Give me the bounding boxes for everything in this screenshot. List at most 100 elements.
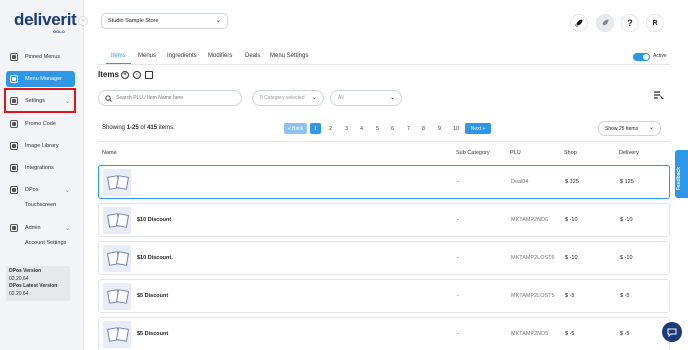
sidebar-item-image-library[interactable]: Image Library (6, 138, 75, 154)
item-sub-category: - (457, 331, 459, 337)
sidebar-item-label: Pinned Menus (25, 54, 61, 60)
avatar[interactable]: R (646, 14, 664, 32)
dpos-version-label: DPos Version (9, 268, 42, 274)
store-selector[interactable]: Studio Sample Store ⌄ (101, 13, 228, 29)
tab-menus[interactable]: Menus (138, 53, 156, 59)
column-delivery[interactable]: Delivery (619, 150, 639, 156)
pagination-page-10[interactable]: 10 (449, 123, 463, 134)
summary-suffix: items. (157, 125, 175, 131)
pagination-page-3[interactable]: 3 (341, 123, 352, 134)
column-shop[interactable]: Shop (564, 150, 577, 156)
collapse-sidebar-icon[interactable]: ‹ (78, 16, 88, 26)
items-per-page-select[interactable]: Show 25 Items ⌄ (598, 121, 661, 136)
sidebar-item-admin[interactable]: Admin ⌄ (6, 220, 75, 236)
item-shop-price: $ -5 (565, 331, 575, 337)
table-row[interactable]: $5 Discount - MKTAMP2LOST5 $ -5 $ -5 (98, 279, 670, 313)
item-delivery-price: $ -5 (620, 331, 630, 337)
item-name: $5 Discount (137, 331, 169, 337)
item-name: $5 Discount (137, 293, 169, 299)
sidebar-item-label: Admin (25, 225, 41, 231)
settings-highlight-box (4, 88, 76, 113)
tabs-divider (98, 64, 670, 65)
item-thumbnail (103, 169, 131, 196)
category-select[interactable]: 0 Categery selected ⌄ (252, 90, 324, 106)
tab-ingredients[interactable]: Ingredients (167, 53, 197, 59)
item-plu: MKTAMP2LOST5 (511, 293, 555, 299)
promo-icon (10, 120, 18, 128)
sidebar: deliverit GOLO ‹ Pinned Menus Menu Manag… (0, 0, 88, 350)
pagination-page-2[interactable]: 2 (325, 123, 336, 134)
tab-menu-settings[interactable]: Menu Settings (270, 53, 308, 59)
version-info: DPos Version 02.20.64 DPos Latest Versio… (6, 266, 70, 301)
item-name: $10 Discount. (137, 255, 173, 261)
pagination-page-6[interactable]: 6 (387, 123, 398, 134)
item-plu: Deal04 (511, 179, 529, 185)
sidebar-item-label: Integrations (25, 165, 54, 171)
tab-modifiers[interactable]: Modifiers (208, 53, 232, 59)
menu-book-icon (10, 75, 18, 83)
bookmark-icon[interactable] (145, 71, 153, 79)
brand-logo[interactable]: deliverit (14, 10, 77, 30)
sidebar-item-menu-manager[interactable]: Menu Manager (6, 71, 75, 87)
chat-icon[interactable] (662, 322, 682, 342)
integrations-icon (10, 164, 18, 172)
launch-icon[interactable] (596, 14, 614, 32)
item-delivery-price: $ -10 (620, 255, 633, 261)
item-sub-category: - (457, 255, 459, 261)
sidebar-item-label: Image Library (25, 143, 59, 149)
dpos-latest-label: DPos Latest Version (9, 283, 58, 289)
add-item-icon[interactable]: + (121, 71, 129, 79)
table-row[interactable]: $5 Discount - MKTAMP2ND5 $ -5 $ -5 (98, 317, 670, 350)
sidebar-subitem-touchscreen[interactable]: Touchscreen (25, 202, 56, 208)
pagination-page-9[interactable]: 9 (434, 123, 445, 134)
status-select[interactable]: All ⌄ (330, 90, 402, 106)
filter-icon[interactable] (652, 90, 666, 104)
item-delivery-price: $ -10 (620, 217, 633, 223)
sidebar-item-promo-code[interactable]: Promo Code (6, 116, 75, 132)
item-thumbnail (103, 283, 131, 310)
tab-items[interactable]: Items (111, 53, 126, 59)
summary-of: of (138, 125, 148, 131)
sidebar-item-integrations[interactable]: Integrations (6, 160, 75, 176)
pagination-page-5[interactable]: 5 (372, 123, 383, 134)
tab-deals[interactable]: Deals (245, 53, 260, 59)
sidebar-item-dpos[interactable]: DPos ⌄ (6, 182, 75, 198)
item-sub-category: - (457, 217, 459, 223)
dpos-latest-value: 02.20.64 (9, 290, 29, 297)
app-root: deliverit GOLO ‹ Pinned Menus Menu Manag… (0, 0, 688, 350)
sidebar-item-label: Menu Manager (25, 76, 62, 82)
search-input[interactable] (116, 95, 236, 101)
active-toggle[interactable] (633, 53, 650, 61)
sidebar-item-pinned-menus[interactable]: Pinned Menus (6, 49, 75, 65)
item-name: $10 Discount (137, 217, 172, 223)
column-plu[interactable]: PLU (510, 150, 521, 156)
pagination-back-button[interactable]: « Back (284, 123, 307, 134)
column-name[interactable]: Name (102, 150, 117, 156)
help-icon[interactable]: ? (621, 14, 639, 32)
pagination-page-7[interactable]: 7 (403, 123, 414, 134)
column-sub-category[interactable]: Sub Category (456, 150, 490, 156)
pagination-page-1[interactable]: 1 (310, 123, 321, 134)
item-delivery-price: $ -5 (620, 293, 630, 299)
item-sub-category: - (457, 293, 459, 299)
feedback-tab[interactable]: Feedback (675, 150, 688, 198)
active-toggle-label: Active (653, 53, 667, 59)
search-icon (105, 94, 112, 102)
search-field[interactable] (98, 90, 242, 106)
search-item-icon[interactable]: · (133, 71, 141, 79)
item-plu: MKTAMP2ND5 (511, 331, 549, 337)
table-row[interactable]: $10 Discount. - MKTAMP2LOST6 $ -10 $ -10 (98, 241, 670, 275)
table-row[interactable]: - Deal04 $ 125 $ 125 (98, 165, 670, 199)
pagination-page-8[interactable]: 8 (418, 123, 429, 134)
table-row[interactable]: $10 Discount - MKTAMP2ND6 $ -10 $ -10 (98, 203, 670, 237)
chevron-down-icon: ⌄ (215, 18, 221, 24)
item-shop-price: $ -5 (565, 293, 575, 299)
item-thumbnail (103, 321, 131, 348)
rocket-icon[interactable] (570, 14, 588, 32)
summary-total: 415 (147, 125, 158, 131)
pagination-page-4[interactable]: 4 (356, 123, 367, 134)
chevron-down-icon: ⌄ (64, 225, 70, 232)
pagination-next-button[interactable]: Next » (465, 123, 491, 134)
sidebar-subitem-account-settings[interactable]: Account Settings (25, 240, 66, 246)
item-plu: MKTAMP2LOST6 (511, 255, 555, 261)
